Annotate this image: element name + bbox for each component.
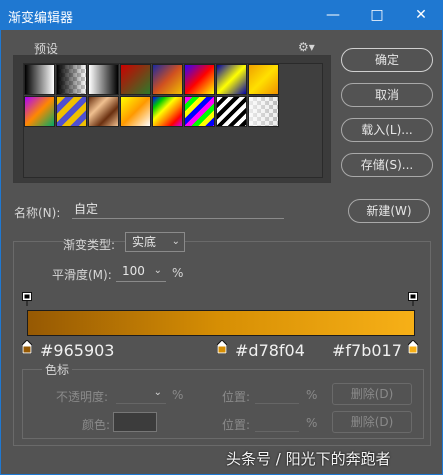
preset-swatch[interactable] <box>120 64 151 95</box>
preset-swatch[interactable] <box>24 96 55 127</box>
opacity-location-label: 位置: <box>222 390 251 404</box>
smoothness-unit: % <box>172 266 184 280</box>
gradient-type-select[interactable]: 实底 ⌄ <box>125 232 185 252</box>
color-location-unit: % <box>306 416 318 430</box>
ok-button[interactable]: 确定 <box>341 48 433 72</box>
color-location-label: 位置: <box>222 418 251 432</box>
maximize-button[interactable]: □ <box>355 0 399 30</box>
color-stop-2-hex: #d78f04 <box>235 341 305 360</box>
color-stop-1[interactable] <box>22 340 32 354</box>
color-stop-2[interactable] <box>217 340 227 354</box>
load-button[interactable]: 载入(L)... <box>341 118 433 142</box>
new-button[interactable]: 新建(W) <box>348 199 430 223</box>
delete-color-stop-button[interactable]: 删除(D) <box>332 411 412 433</box>
color-stop-1-hex: #965903 <box>40 341 115 360</box>
title-bar: 渐变编辑器 — □ ✕ <box>0 0 443 30</box>
preset-swatch[interactable] <box>248 96 279 127</box>
gradient-type-label: 渐变类型: <box>63 238 116 252</box>
chevron-down-icon: ⌄ <box>153 265 162 276</box>
color-stop-3[interactable] <box>408 340 418 354</box>
smoothness-label: 平滑度(M): <box>52 268 112 282</box>
preset-swatch[interactable] <box>88 96 119 127</box>
opacity-unit: % <box>172 388 184 402</box>
preset-swatch[interactable] <box>216 96 247 127</box>
opacity-stop-right[interactable] <box>408 292 418 306</box>
name-label: 名称(N): <box>14 206 61 220</box>
name-field[interactable]: 自定 <box>72 199 284 219</box>
preset-swatch[interactable] <box>248 64 279 95</box>
opacity-select[interactable]: ⌄ <box>116 384 166 404</box>
color-label: 颜色: <box>82 418 111 432</box>
cancel-button[interactable]: 取消 <box>341 83 433 107</box>
preset-swatch[interactable] <box>120 96 151 127</box>
opacity-stop-left[interactable] <box>22 292 32 306</box>
color-swatch[interactable] <box>113 412 157 432</box>
chevron-down-icon: ⌄ <box>171 236 180 247</box>
preset-swatch[interactable] <box>184 96 215 127</box>
minimize-button[interactable]: — <box>311 0 355 30</box>
preset-swatch[interactable] <box>184 64 215 95</box>
close-button[interactable]: ✕ <box>399 0 443 30</box>
opacity-location-unit: % <box>306 388 318 402</box>
opacity-label: 不透明度: <box>56 390 109 404</box>
opacity-location-field[interactable] <box>255 384 299 404</box>
preset-grid <box>23 63 323 178</box>
preset-swatch[interactable] <box>56 96 87 127</box>
chevron-down-icon: ⌄ <box>153 387 162 398</box>
gradient-type-value: 实底 <box>132 235 157 249</box>
color-stop-group-label: 色标 <box>42 361 73 378</box>
preset-swatch[interactable] <box>56 64 87 95</box>
watermark-text: 头条号 / 阳光下的奔跑者 <box>226 450 391 468</box>
preset-swatch[interactable] <box>152 64 183 95</box>
preset-swatch[interactable] <box>152 96 183 127</box>
delete-opacity-stop-button[interactable]: 删除(D) <box>332 383 412 405</box>
preset-swatch[interactable] <box>216 64 247 95</box>
preset-swatch[interactable] <box>88 64 119 95</box>
color-stop-3-hex: #f7b017 <box>332 341 402 360</box>
gear-icon[interactable]: ⚙▾ <box>298 40 315 54</box>
smoothness-value: 100 <box>122 264 145 278</box>
color-location-field[interactable] <box>255 412 299 432</box>
window-title: 渐变编辑器 <box>8 11 74 26</box>
preset-swatch[interactable] <box>24 64 55 95</box>
save-button[interactable]: 存储(S)... <box>341 153 433 177</box>
smoothness-select[interactable]: 100 ⌄ <box>116 262 166 282</box>
gradient-bar[interactable] <box>27 310 415 336</box>
